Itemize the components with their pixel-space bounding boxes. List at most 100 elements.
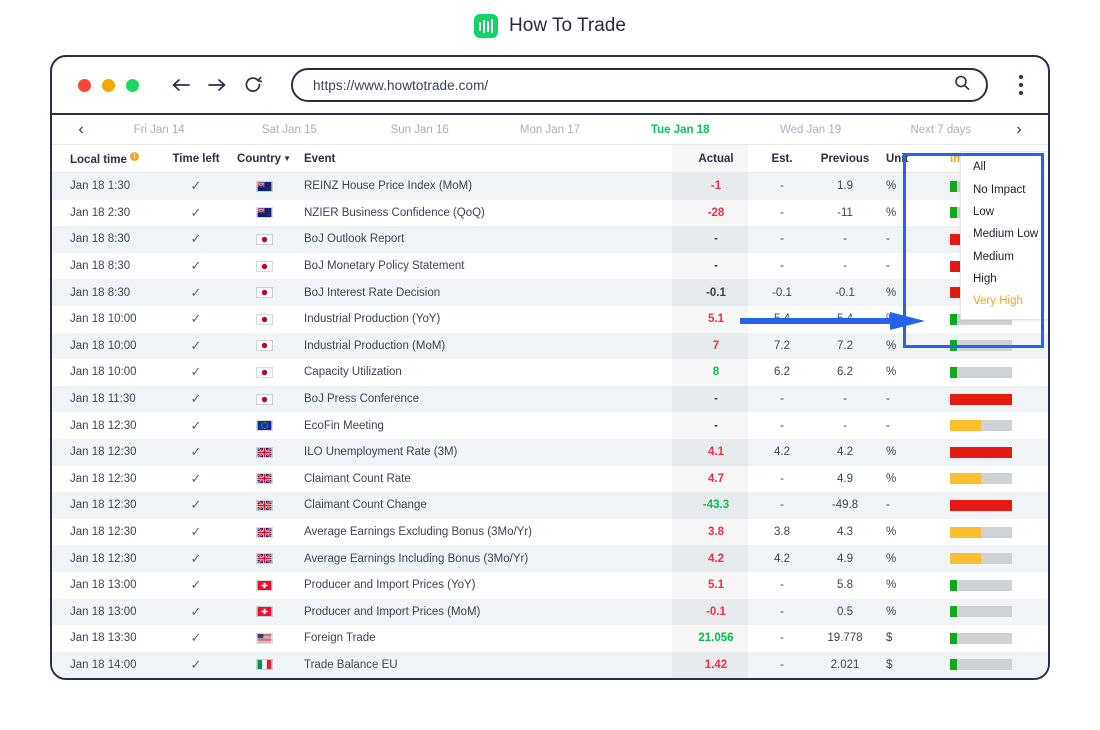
date-tab-3[interactable]: Mon Jan 17	[485, 124, 615, 136]
table-row[interactable]: Jan 18 8:30✓BoJ Interest Rate Decision-0…	[52, 279, 1048, 306]
table-row[interactable]: Jan 18 12:30✓ILO Unemployment Rate (3M)4…	[52, 439, 1048, 466]
browser-window: https://www.howtotrade.com/ ‹ Fri Jan 14…	[50, 55, 1050, 680]
cell-unit: %	[880, 366, 936, 378]
date-tab-6-next-7-days[interactable]: Next 7 days	[876, 124, 1006, 136]
column-header-est[interactable]: Est.	[754, 153, 810, 165]
check-icon: ✓	[191, 391, 202, 406]
column-header-actual[interactable]: Actual	[678, 153, 754, 165]
cell-event[interactable]: Industrial Production (MoM)	[296, 340, 678, 352]
cell-event[interactable]: BoJ Press Conference	[296, 393, 678, 405]
cell-event[interactable]: Producer and Import Prices (YoY)	[296, 579, 678, 591]
table-row[interactable]: Jan 18 1:30✓REINZ House Price Index (MoM…	[52, 173, 1048, 200]
cell-event[interactable]: Average Earnings Excluding Bonus (3Mo/Yr…	[296, 526, 678, 538]
close-window-button[interactable]	[78, 79, 91, 92]
cell-previous: -	[810, 260, 880, 272]
column-header-event[interactable]: Event	[296, 153, 678, 165]
column-header-unit[interactable]: Unit	[880, 153, 936, 165]
impact-bar-low	[950, 659, 1012, 670]
table-row[interactable]: Jan 18 11:30✓BoJ Press Conference----	[52, 386, 1048, 413]
table-row[interactable]: Jan 18 14:00✓Trade Balance EU1.42-2.021$	[52, 652, 1048, 679]
table-row[interactable]: Jan 18 13:00✓Producer and Import Prices …	[52, 599, 1048, 626]
cell-previous: 5.8	[810, 579, 880, 591]
cell-est: -	[754, 499, 810, 511]
date-tabs: Fri Jan 14 Sat Jan 15 Sun Jan 16 Mon Jan…	[94, 124, 1006, 136]
table-row[interactable]: Jan 18 12:30✓Average Earnings Excluding …	[52, 519, 1048, 546]
cell-event[interactable]: Producer and Import Prices (MoM)	[296, 606, 678, 618]
cell-previous: 2.021	[810, 659, 880, 671]
cell-event[interactable]: Trade Balance EU	[296, 659, 678, 671]
cell-time-left: ✓	[160, 364, 232, 380]
cell-event[interactable]: BoJ Monetary Policy Statement	[296, 260, 678, 272]
table-row[interactable]: Jan 18 12:30✓Claimant Count Rate4.7-4.9%	[52, 466, 1048, 493]
cell-time-left: ✓	[160, 311, 232, 327]
cell-event[interactable]: Industrial Production (YoY)	[296, 313, 678, 325]
table-row[interactable]: Jan 18 10:00✓Industrial Production (MoM)…	[52, 333, 1048, 360]
cell-est: -0.1	[754, 287, 810, 299]
arrow-right-icon[interactable]	[207, 77, 227, 93]
column-header-time-left[interactable]: Time left	[160, 153, 232, 165]
reload-icon[interactable]	[243, 75, 263, 95]
cell-unit: -	[880, 233, 936, 245]
impact-bar-low	[950, 633, 1012, 644]
check-icon: ✓	[191, 524, 202, 539]
dropdown-option-very-high[interactable]: Very High	[961, 290, 1050, 312]
cell-event[interactable]: Foreign Trade	[296, 632, 678, 644]
cell-event[interactable]: Capacity Utilization	[296, 366, 678, 378]
date-tab-0[interactable]: Fri Jan 14	[94, 124, 224, 136]
cell-impact	[936, 473, 1048, 484]
table-row[interactable]: Jan 18 13:30✓Foreign Trade21.056-19.778$	[52, 625, 1048, 652]
cell-event[interactable]: ILO Unemployment Rate (3M)	[296, 446, 678, 458]
cell-event[interactable]: NZIER Business Confidence (QoQ)	[296, 207, 678, 219]
cell-impact	[936, 580, 1048, 591]
dropdown-option-low[interactable]: Low	[961, 201, 1050, 223]
date-tab-5[interactable]: Wed Jan 19	[745, 124, 875, 136]
maximize-window-button[interactable]	[126, 79, 139, 92]
table-row[interactable]: Jan 18 8:30✓BoJ Outlook Report----	[52, 226, 1048, 253]
caret-down-icon[interactable]: ▼	[283, 154, 291, 163]
cell-event[interactable]: BoJ Interest Rate Decision	[296, 287, 678, 299]
cell-event[interactable]: Claimant Count Change	[296, 499, 678, 511]
table-row[interactable]: Jan 18 12:30✓Average Earnings Including …	[52, 545, 1048, 572]
chevron-left-icon[interactable]: ‹	[68, 121, 94, 139]
dropdown-option-all[interactable]: All	[961, 156, 1050, 178]
address-bar[interactable]: https://www.howtotrade.com/	[291, 68, 988, 102]
dropdown-option-high[interactable]: High	[961, 268, 1050, 290]
table-row[interactable]: Jan 18 12:30✓EcoFin Meeting----	[52, 412, 1048, 439]
table-row[interactable]: Jan 18 2:30✓NZIER Business Confidence (Q…	[52, 200, 1048, 227]
dropdown-option-medium[interactable]: Medium	[961, 246, 1050, 268]
check-icon: ✓	[191, 338, 202, 353]
cell-est: 5.4	[754, 313, 810, 325]
table-row[interactable]: Jan 18 10:00✓Industrial Production (YoY)…	[52, 306, 1048, 333]
impact-dropdown-menu[interactable]: All No Impact Low Medium Low Medium High…	[960, 151, 1050, 320]
check-icon: ✓	[191, 630, 202, 645]
table-row[interactable]: Jan 18 13:00✓Producer and Import Prices …	[52, 572, 1048, 599]
cell-previous: 19.778	[810, 632, 880, 644]
kebab-menu-icon[interactable]	[1008, 68, 1034, 102]
cell-event[interactable]: REINZ House Price Index (MoM)	[296, 180, 678, 192]
url-text[interactable]: https://www.howtotrade.com/	[313, 78, 952, 93]
dropdown-option-no-impact[interactable]: No Impact	[961, 178, 1050, 200]
column-header-previous[interactable]: Previous	[810, 153, 880, 165]
arrow-left-icon[interactable]	[171, 77, 191, 93]
table-row[interactable]: Jan 18 12:30✓Claimant Count Change-43.3-…	[52, 492, 1048, 519]
minimize-window-button[interactable]	[102, 79, 115, 92]
cell-actual: 21.056	[678, 632, 754, 644]
cell-event[interactable]: Average Earnings Including Bonus (3Mo/Yr…	[296, 553, 678, 565]
cell-local-time: Jan 18 13:00	[52, 606, 160, 618]
table-row[interactable]: Jan 18 10:00✓Capacity Utilization86.26.2…	[52, 359, 1048, 386]
chevron-right-icon[interactable]: ›	[1006, 121, 1032, 139]
cell-event[interactable]: Claimant Count Rate	[296, 473, 678, 485]
date-tab-4-active[interactable]: Tue Jan 18	[615, 124, 745, 136]
cell-local-time: Jan 18 2:30	[52, 207, 160, 219]
date-tab-1[interactable]: Sat Jan 15	[224, 124, 354, 136]
dropdown-option-medium-low[interactable]: Medium Low	[961, 223, 1050, 245]
cell-event[interactable]: EcoFin Meeting	[296, 420, 678, 432]
date-tab-2[interactable]: Sun Jan 16	[355, 124, 485, 136]
column-header-country[interactable]: Country▼	[232, 153, 296, 165]
table-row[interactable]: Jan 18 8:30✓BoJ Monetary Policy Statemen…	[52, 253, 1048, 280]
search-icon[interactable]	[952, 73, 972, 98]
info-icon[interactable]: !	[130, 152, 139, 161]
cell-event[interactable]: BoJ Outlook Report	[296, 233, 678, 245]
column-header-local-time[interactable]: Local time!	[52, 152, 160, 166]
cell-local-time: Jan 18 11:30	[52, 393, 160, 405]
